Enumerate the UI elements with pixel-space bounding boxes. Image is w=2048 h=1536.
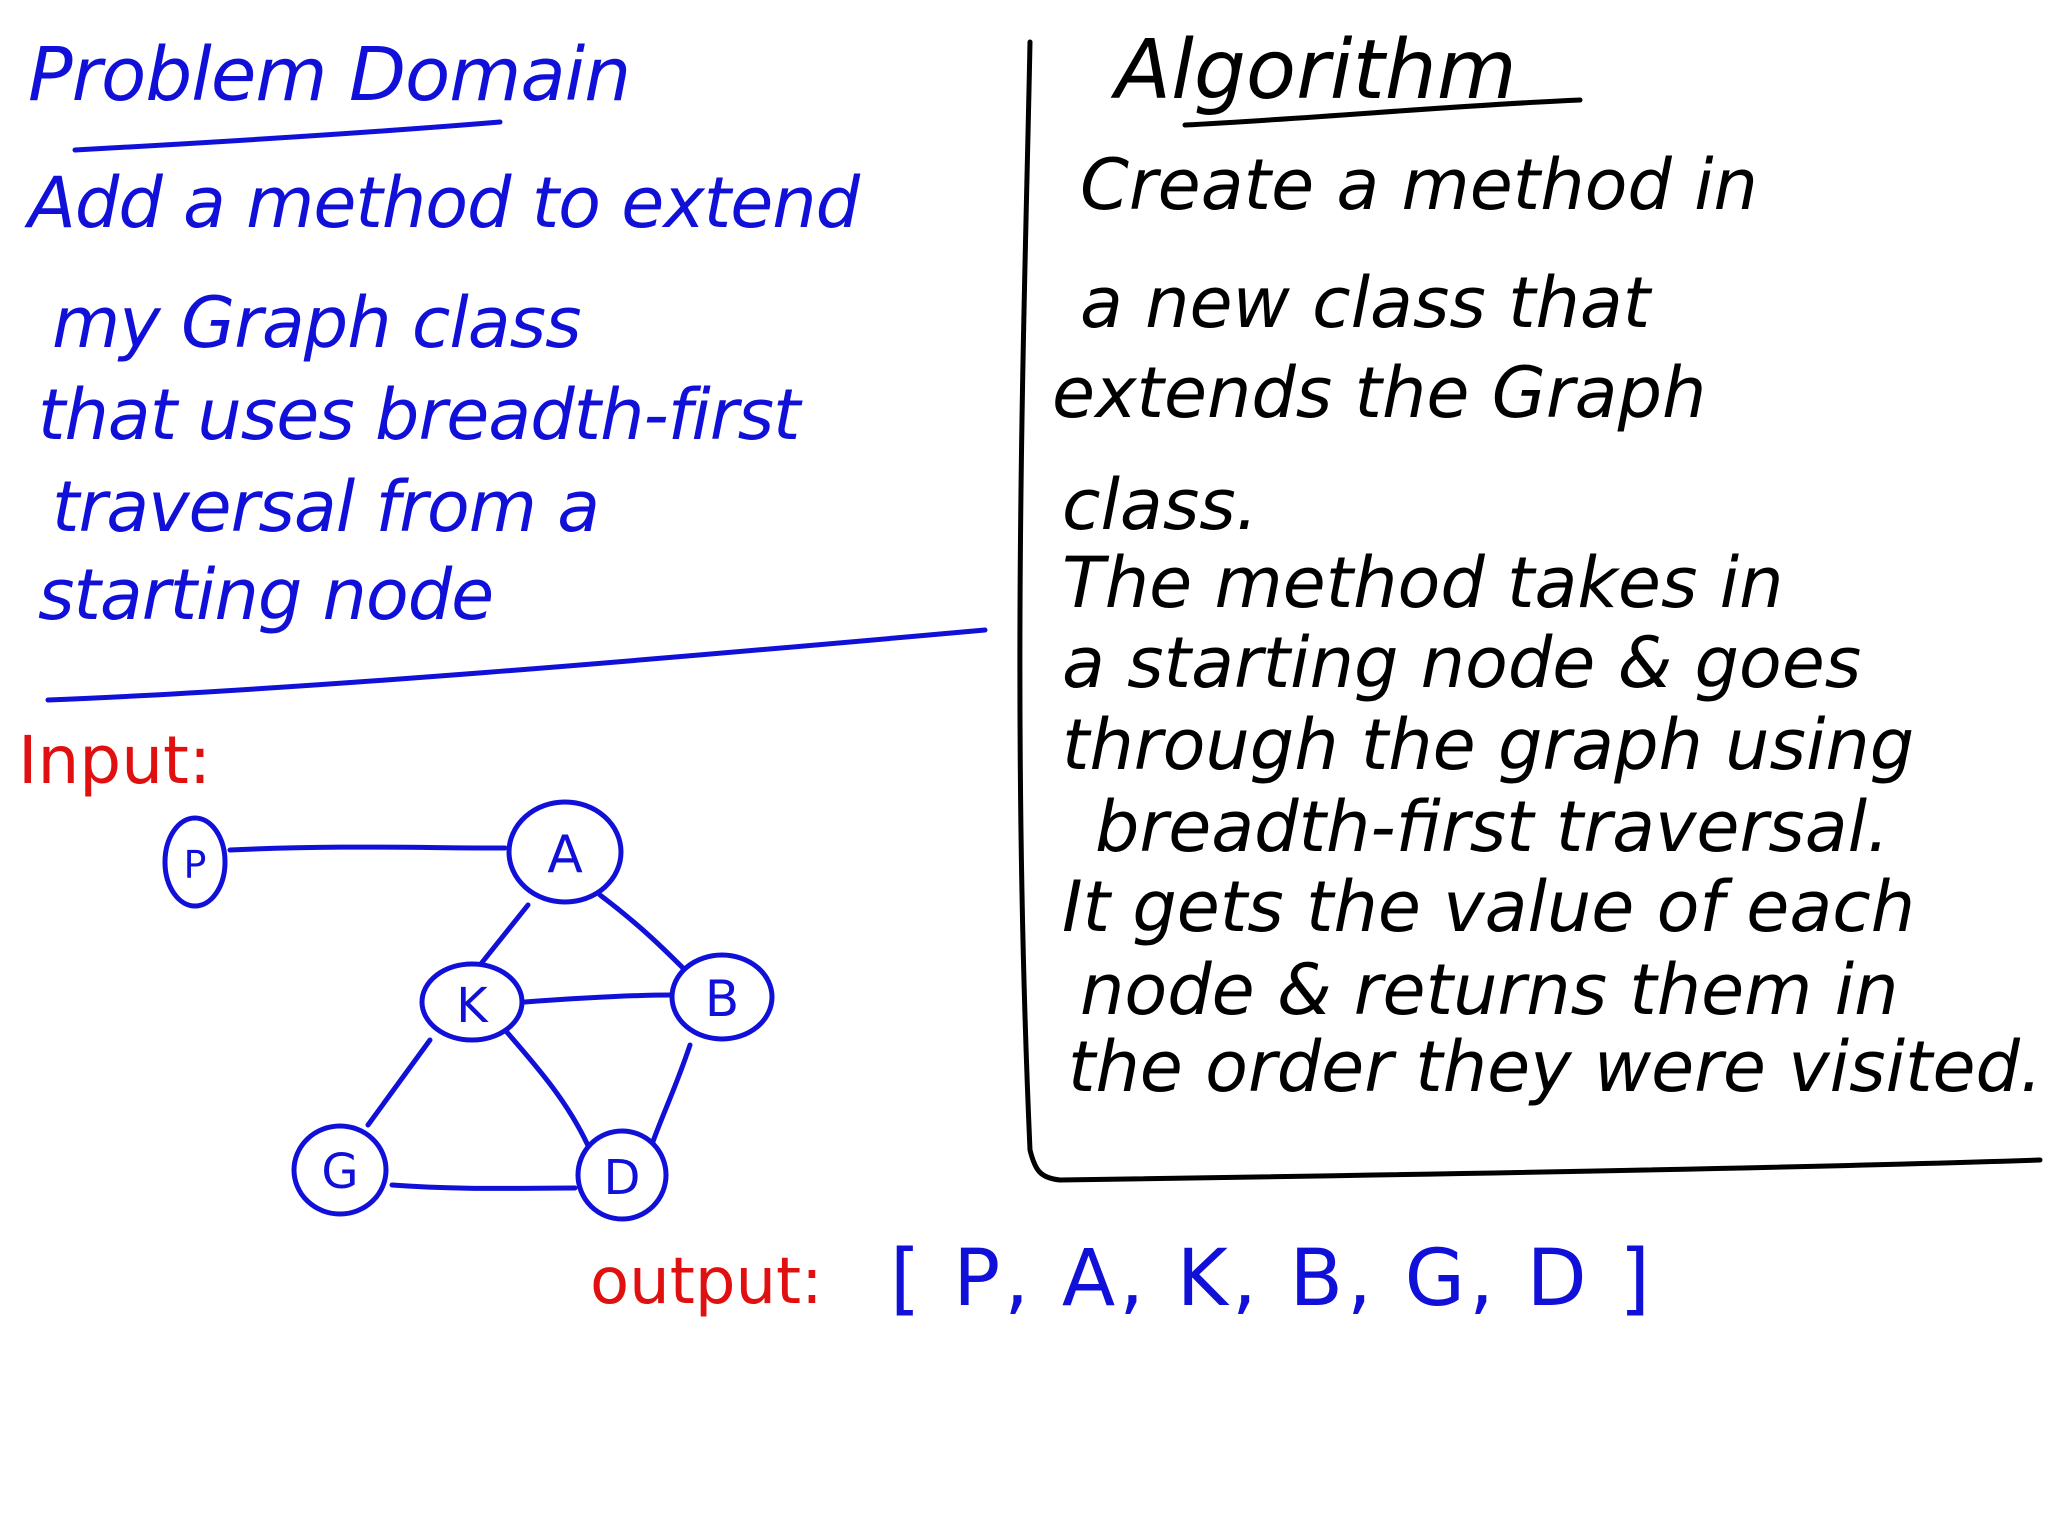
whiteboard-drawing: P A K B G D xyxy=(45,39,2043,1222)
graph-edge-b-d xyxy=(647,1042,693,1153)
graph-node-k-label: K xyxy=(456,978,489,1034)
problem-domain-underline xyxy=(72,119,503,153)
graph-edge-a-k xyxy=(477,902,531,968)
graph-node-g-label: G xyxy=(321,1144,358,1200)
algorithm-box-border xyxy=(1017,39,2043,1183)
graph-edge-g-d xyxy=(389,1182,578,1191)
graph-node-a-label: A xyxy=(547,825,583,885)
graph-node-p-label: P xyxy=(184,843,207,887)
graph-node-b-label: B xyxy=(705,970,739,1028)
graph-edge-a-b xyxy=(597,892,693,978)
algorithm-underline xyxy=(1182,97,1583,128)
section-divider xyxy=(45,627,988,703)
graph-edge-p-a xyxy=(227,844,508,853)
graph-edge-k-g xyxy=(365,1037,433,1128)
graph-edge-k-b xyxy=(522,992,675,1005)
graph-node-d-label: D xyxy=(604,1150,641,1206)
graph-edge-k-d xyxy=(502,1027,593,1153)
